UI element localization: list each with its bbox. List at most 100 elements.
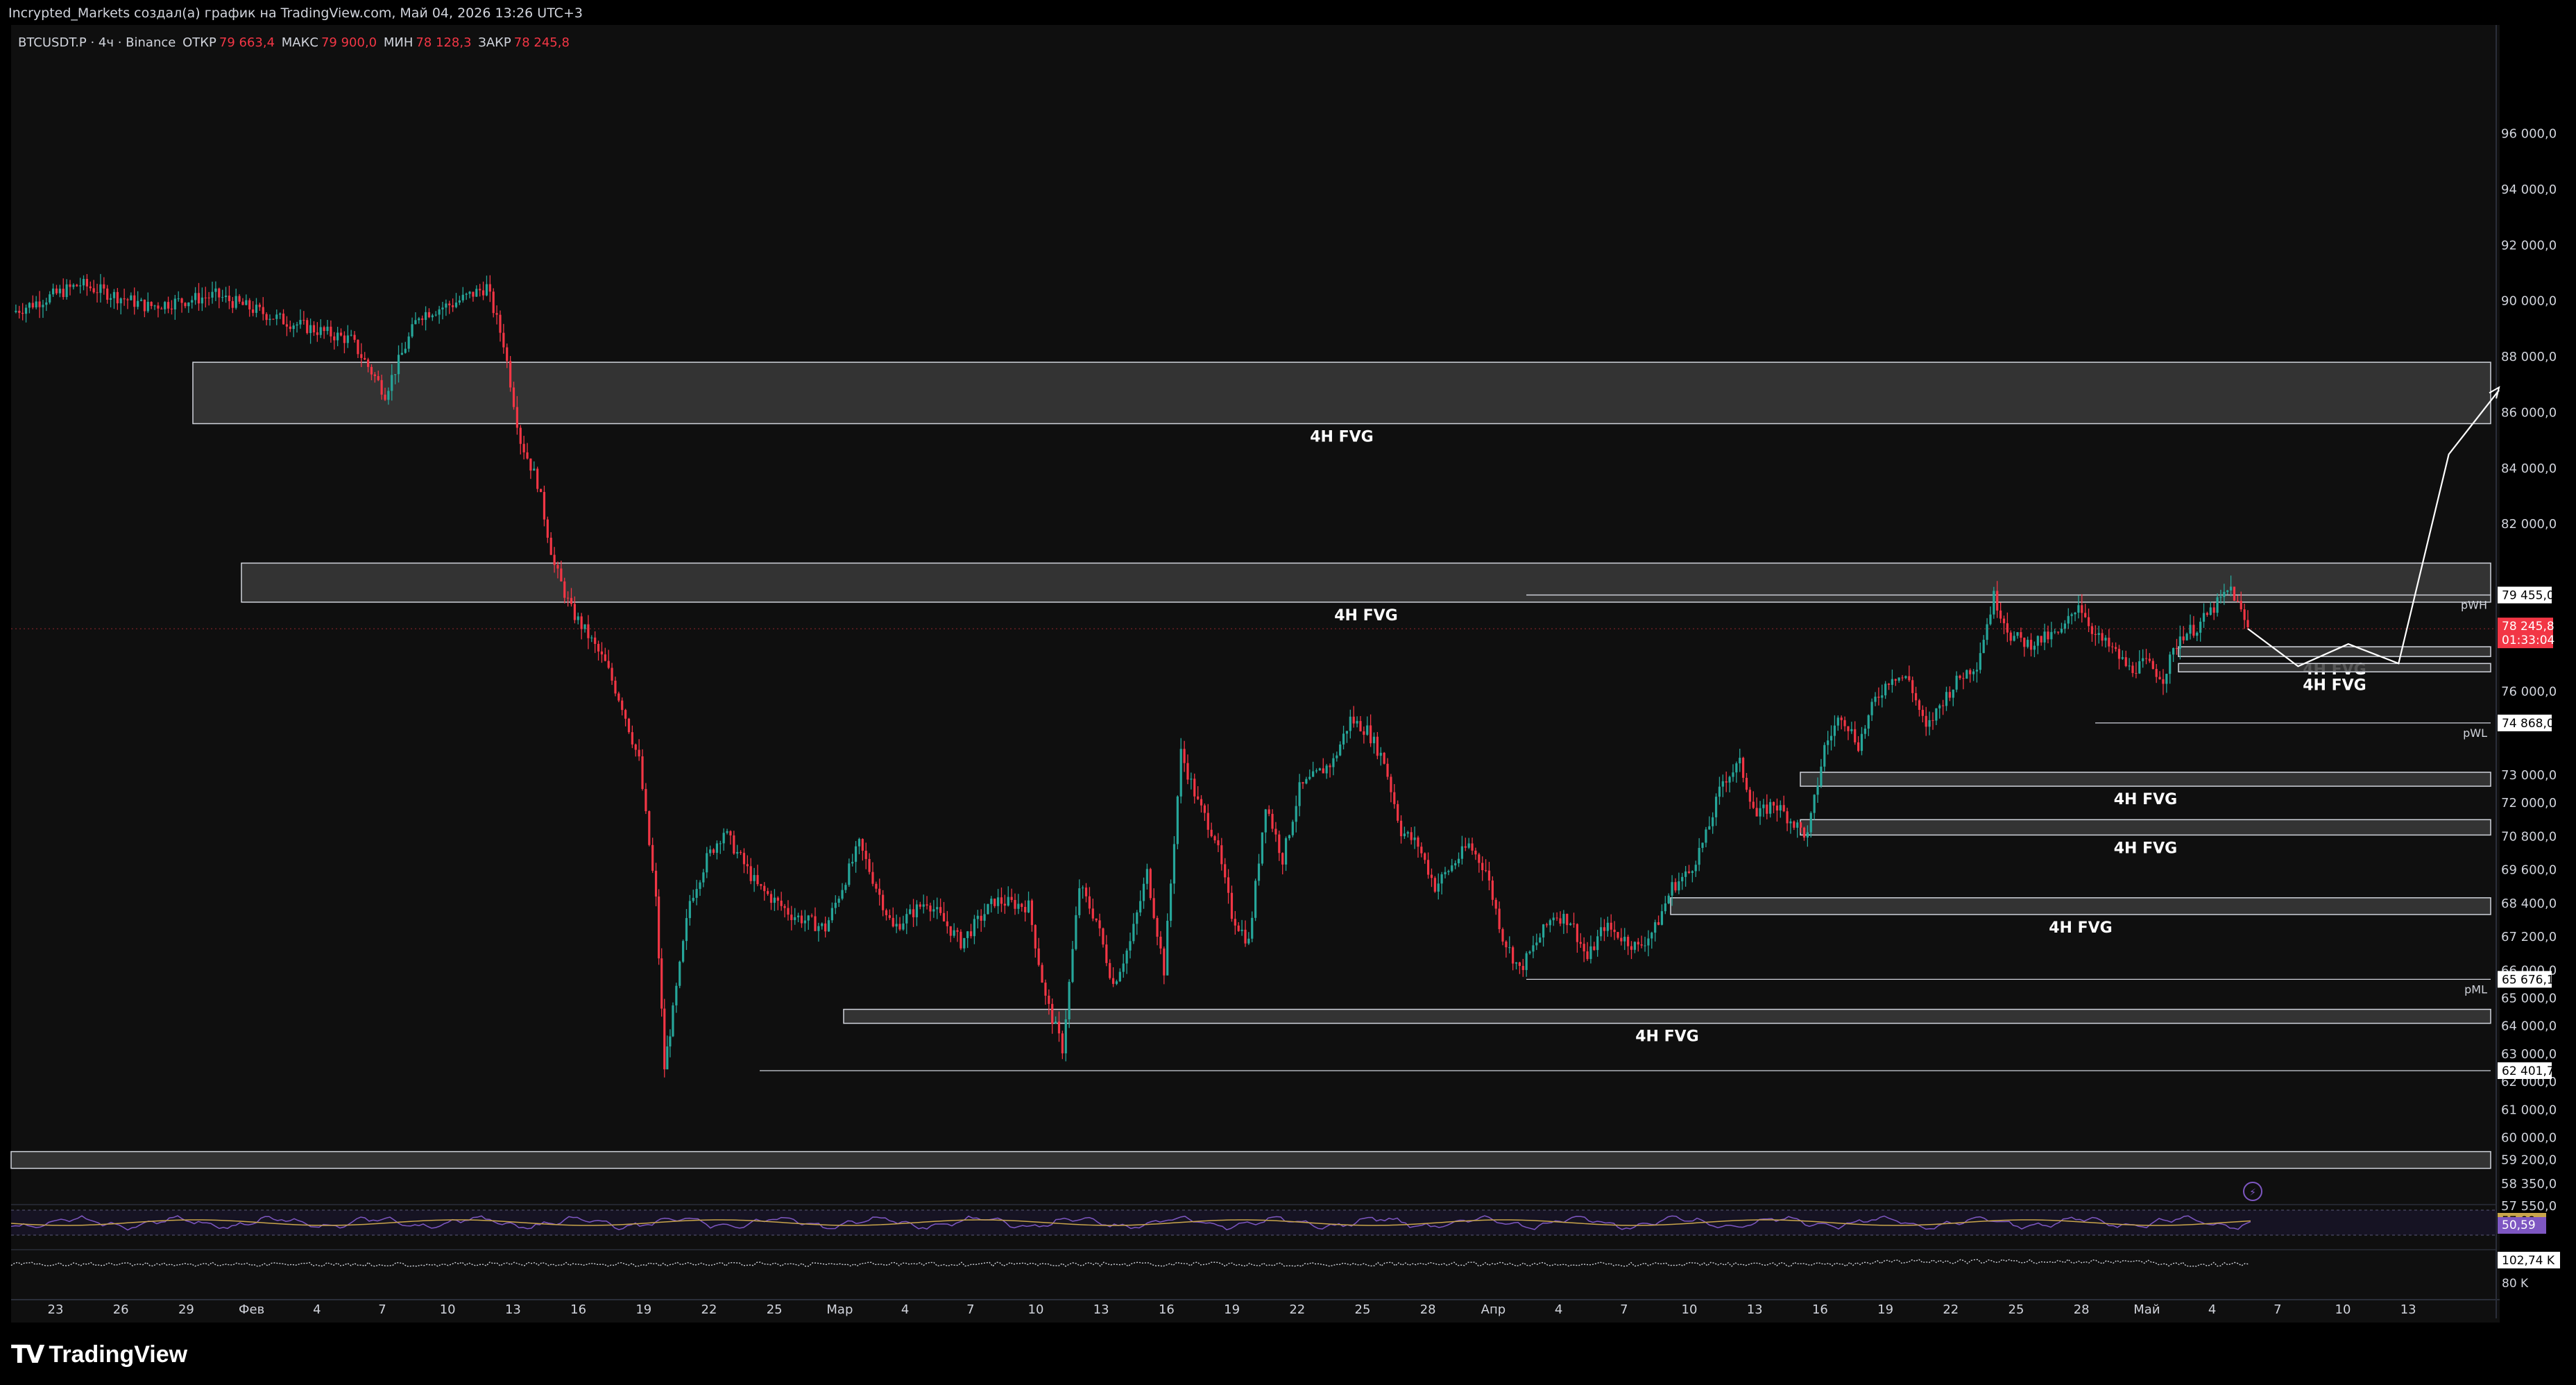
- candle-body: [1762, 804, 1765, 808]
- candle-body: [631, 732, 633, 745]
- candle-body: [1044, 983, 1047, 996]
- candle-body: [1498, 908, 1501, 930]
- candle-body: [1163, 948, 1166, 976]
- candle-body: [1424, 853, 1426, 860]
- candle-body: [1318, 768, 1321, 771]
- candle-body: [1931, 720, 1934, 721]
- candle-body: [1745, 777, 1748, 790]
- candle-body: [1552, 917, 1555, 921]
- candle-body: [1363, 731, 1365, 735]
- candle-body: [1525, 953, 1528, 970]
- candle-body: [424, 312, 427, 321]
- candle-body: [164, 302, 167, 309]
- candle-body: [458, 300, 461, 303]
- candle-body: [1078, 888, 1081, 915]
- candle-body: [1247, 938, 1250, 944]
- candle-body: [441, 307, 444, 309]
- candle-body: [167, 302, 170, 309]
- candle-body: [153, 305, 156, 307]
- candle-body: [1508, 947, 1511, 949]
- candle-body: [915, 904, 919, 917]
- candle-body: [993, 899, 996, 906]
- x-tick-label: 7: [2274, 1302, 2281, 1317]
- candle-body: [1539, 937, 1542, 943]
- candle-body: [1433, 878, 1436, 892]
- candle-body: [800, 915, 803, 924]
- candle-body: [2148, 658, 2151, 661]
- candle-body: [1911, 680, 1914, 693]
- candle-body: [1186, 763, 1189, 780]
- y-tick-label: 63 000,0: [2501, 1047, 2557, 1062]
- candle-body: [454, 303, 458, 307]
- candle-body: [1268, 809, 1270, 814]
- x-tick-label: 26: [113, 1302, 129, 1317]
- candle-body: [1633, 942, 1636, 950]
- candle-body: [1332, 758, 1335, 767]
- candle-body: [2138, 661, 2141, 674]
- candle-body: [1471, 843, 1474, 851]
- candle-body: [1494, 899, 1497, 909]
- candle-body: [506, 347, 509, 362]
- candle-body: [1261, 832, 1263, 864]
- candle-body: [1603, 927, 1606, 931]
- candle-body: [1820, 766, 1823, 786]
- candle-body: [814, 916, 817, 931]
- candle-body: [1460, 846, 1464, 859]
- candle-body: [1501, 929, 1504, 942]
- candle-body: [666, 1046, 669, 1070]
- candle-body: [1779, 805, 1782, 811]
- fvg-zone-label: 4H FVG: [2114, 840, 2178, 857]
- candle-body: [2057, 631, 2060, 633]
- candle-body: [905, 914, 908, 924]
- candle-body: [533, 468, 536, 471]
- candle-body: [1312, 771, 1315, 777]
- candle-body: [1921, 710, 1924, 716]
- candle-body: [1166, 920, 1169, 976]
- candle-body: [787, 908, 790, 915]
- volume-scale: 80 K: [2502, 1277, 2529, 1291]
- x-tick-label: 4: [2208, 1302, 2216, 1317]
- candle-body: [1874, 697, 1877, 702]
- candle-body: [336, 332, 339, 341]
- candle-body: [306, 320, 309, 333]
- candle-body: [1528, 951, 1531, 953]
- candle-body: [1088, 896, 1091, 909]
- candle-body: [1752, 801, 1755, 808]
- candle-body: [1694, 865, 1697, 872]
- candle-body: [180, 298, 183, 303]
- candle-body: [2027, 640, 2029, 647]
- tradingview-brand[interactable]: TV TradingView: [11, 1338, 187, 1371]
- candle-body: [1802, 827, 1806, 838]
- candle-body: [1322, 768, 1324, 774]
- candle-body: [2175, 648, 2178, 649]
- price-chart-svg[interactable]: 96 000,0 94 000,0 92 000,0 90 000,0 88 000,0…: [0, 0, 2576, 1385]
- candle-body: [1237, 925, 1240, 931]
- candle-body: [103, 284, 105, 289]
- candle-body: [688, 901, 691, 919]
- y-tick-label: 65 000,0: [2501, 992, 2557, 1006]
- candle-body: [1082, 887, 1084, 889]
- x-tick-label: 28: [1420, 1302, 1436, 1317]
- fvg-zone-label: 4H FVG: [1334, 607, 1398, 624]
- candle-body: [1257, 863, 1261, 881]
- key-level-tag-text: 62 401,7: [2502, 1064, 2554, 1078]
- candle-body: [1383, 752, 1385, 764]
- candle-body: [1206, 813, 1209, 830]
- candle-body: [1836, 717, 1839, 726]
- candle-body: [1366, 725, 1369, 735]
- candle-body: [234, 296, 237, 308]
- x-tick-label: 10: [1682, 1302, 1698, 1317]
- y-tick-label: 82 000,0: [2501, 517, 2557, 532]
- candle-body: [1210, 829, 1213, 837]
- candle-body: [1132, 924, 1135, 942]
- candle-body: [946, 921, 948, 926]
- candle-body: [485, 284, 488, 296]
- candle-body: [373, 374, 376, 376]
- candle-body: [1772, 801, 1775, 806]
- candle-body: [42, 305, 44, 307]
- candle-body: [515, 407, 518, 428]
- candle-body: [753, 875, 756, 881]
- candle-body: [445, 303, 447, 308]
- candle-body: [1521, 966, 1524, 970]
- candle-body: [1914, 692, 1918, 701]
